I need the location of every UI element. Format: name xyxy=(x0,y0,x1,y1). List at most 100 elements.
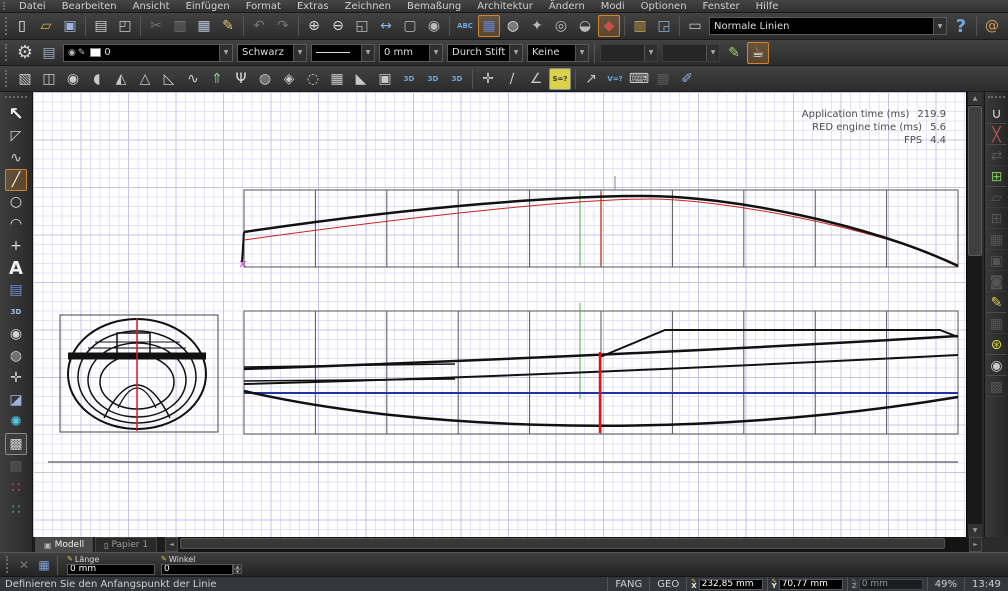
tab-papier-1[interactable]: ▯ Papier 1 xyxy=(95,537,157,552)
snap-toggle[interactable]: FANG xyxy=(607,577,649,591)
3d-hemisphere-icon[interactable]: ◖ xyxy=(86,68,108,90)
pin-icon[interactable]: ✎ xyxy=(67,555,73,564)
measure-distance-icon[interactable]: ∕ xyxy=(501,68,523,90)
3d-bend-icon[interactable]: 3D xyxy=(446,68,468,90)
scene-manager-icon[interactable]: ▥ xyxy=(629,15,651,37)
zoom-out-icon[interactable]: ⊖ xyxy=(327,15,349,37)
3d-rotate-tool-icon[interactable]: 3D xyxy=(5,301,27,323)
3d-pyramid-icon[interactable]: △ xyxy=(134,68,156,90)
measure-volume-icon[interactable]: V=? xyxy=(604,68,626,90)
menu-item-bearbeiten[interactable]: Bearbeiten xyxy=(54,0,125,13)
open-file-icon[interactable]: ▱ xyxy=(35,15,57,37)
menu-item-ansicht[interactable]: Ansicht xyxy=(125,0,178,13)
chevron-down-icon[interactable]: ▼ xyxy=(575,45,588,61)
copy-entities-tool-icon[interactable]: ⊞ xyxy=(986,166,1007,187)
modify-tool-icon[interactable]: ✺ xyxy=(5,411,27,433)
horizontal-scroll-thumb[interactable] xyxy=(180,538,945,549)
3d-stack-icon[interactable]: ▣ xyxy=(374,68,396,90)
3d-wedge-icon[interactable]: ◺ xyxy=(158,68,180,90)
menu-item-extras[interactable]: Extras xyxy=(289,0,337,13)
pin-icon[interactable]: ✎ xyxy=(161,555,167,564)
help-pointer-icon[interactable]: ? xyxy=(950,15,972,37)
zoom-full-icon[interactable]: ◉ xyxy=(423,15,445,37)
toolbar-grip[interactable] xyxy=(5,70,10,88)
toolbar-grip[interactable] xyxy=(5,44,10,62)
3d-shear-icon[interactable]: ◣ xyxy=(350,68,372,90)
annotate-pen-tool-icon[interactable]: ✎ xyxy=(986,292,1007,313)
3d-cone-icon[interactable]: ◭ xyxy=(110,68,132,90)
calculator-icon[interactable]: ▦ xyxy=(34,555,54,575)
3d-bolt-icon[interactable]: ◈ xyxy=(278,68,300,90)
finish-surface-icon[interactable]: ✐ xyxy=(676,68,698,90)
cylinder-tool-icon[interactable]: ◍ xyxy=(5,345,27,367)
x-coordinate-input[interactable] xyxy=(699,579,763,590)
trim-tool-icon[interactable]: ╳ xyxy=(986,124,1007,145)
menu-item-optionen[interactable]: Optionen xyxy=(633,0,695,13)
blocks-tool-icon[interactable]: ▩ xyxy=(5,433,27,455)
drag-mode-icon[interactable]: ▭ xyxy=(684,15,706,37)
snap-grid-a-icon[interactable]: ∷ xyxy=(5,477,27,499)
chevron-down-icon[interactable]: ▼ xyxy=(361,45,374,61)
arc-tool-icon[interactable]: ◠ xyxy=(5,213,27,235)
drawing-canvas[interactable]: Application time (ms)219.9 RED engine ti… xyxy=(33,92,966,537)
pen-color-combo[interactable]: Schwarz ▼ xyxy=(237,44,307,62)
menu-item-einf-gen[interactable]: Einfügen xyxy=(178,0,238,13)
menu-item-fenster[interactable]: Fenster xyxy=(695,0,748,13)
render-scene-icon[interactable]: ◆ xyxy=(598,15,620,37)
toolbar-grip[interactable] xyxy=(988,96,1004,101)
3d-sweep-icon[interactable]: ◍ xyxy=(254,68,276,90)
environment-icon[interactable]: ◲ xyxy=(653,15,675,37)
menu-grip[interactable] xyxy=(3,2,8,10)
winkel-spinner[interactable]: ▲▼ xyxy=(233,564,242,574)
3d-sphere-icon[interactable]: ◉ xyxy=(62,68,84,90)
pan-tool-icon[interactable]: ✛ xyxy=(5,367,27,389)
scroll-up-button[interactable]: ▲ xyxy=(968,92,982,105)
horizontal-scrollbar[interactable] xyxy=(178,537,969,552)
address-book-icon[interactable]: @ xyxy=(981,15,1003,37)
winkel-input[interactable] xyxy=(161,564,233,575)
geo-toggle[interactable]: GEO xyxy=(649,577,686,591)
zoom-page-icon[interactable]: ▢ xyxy=(399,15,421,37)
settings-gear-icon[interactable]: ⚙ xyxy=(14,42,36,64)
print-icon[interactable]: ▤ xyxy=(90,15,112,37)
3d-revolve-icon[interactable]: Ψ xyxy=(230,68,252,90)
menu-item-architektur[interactable]: Architektur xyxy=(469,0,541,13)
materials-pitcher-icon[interactable]: ◍ xyxy=(502,15,524,37)
toolbar-grip[interactable] xyxy=(5,17,7,35)
zoom-window-icon[interactable]: ◱ xyxy=(351,15,373,37)
chevron-down-icon[interactable]: ▼ xyxy=(429,45,442,61)
layer-combo[interactable]: ◉ ✎ 0 ▼ xyxy=(63,44,233,62)
chevron-down-icon[interactable]: ▼ xyxy=(219,45,232,61)
hscroll-left-button[interactable]: ◄ xyxy=(165,537,178,552)
inspector-grip[interactable] xyxy=(6,556,11,572)
sketch-tool-icon[interactable]: ∿ xyxy=(5,147,27,169)
chevron-down-icon[interactable]: ▼ xyxy=(293,45,306,61)
convert-to-3d-icon[interactable]: 3D xyxy=(398,68,420,90)
3d-mesh-convert-icon[interactable]: 3D xyxy=(422,68,444,90)
new-file-icon[interactable]: ▯ xyxy=(11,15,33,37)
menu-item-datei[interactable]: Datei xyxy=(11,0,54,13)
y-coordinate-input[interactable] xyxy=(779,579,843,590)
laenge-input[interactable] xyxy=(67,564,155,575)
measure-3d-icon[interactable]: ↗ xyxy=(580,68,602,90)
point-tool-icon[interactable]: + xyxy=(5,235,27,257)
print-preview-icon[interactable]: ◰ xyxy=(114,15,136,37)
text-tool-icon[interactable]: A xyxy=(5,257,27,279)
select-tool-icon[interactable]: ↖ xyxy=(5,103,27,125)
measure-area-icon[interactable]: S=? xyxy=(549,68,571,90)
profile-tool-icon[interactable]: ∪ xyxy=(986,103,1007,124)
3d-box-icon[interactable]: ▧ xyxy=(14,68,36,90)
image-tool-icon[interactable]: ▤ xyxy=(5,279,27,301)
format-painter-icon[interactable]: ✎ xyxy=(217,15,239,37)
zoom-in-icon[interactable]: ⊕ xyxy=(303,15,325,37)
navigate-tool-icon[interactable]: ⊛ xyxy=(986,334,1007,355)
line-width-combo[interactable]: 0 mm ▼ xyxy=(379,44,443,62)
hatch-combo[interactable]: Keine ▼ xyxy=(527,44,589,62)
menu-item-modi[interactable]: Modi xyxy=(593,0,633,13)
luminances-icon[interactable]: ◒ xyxy=(574,15,596,37)
menu-item-format[interactable]: Format xyxy=(238,0,289,13)
zoom-level[interactable]: 49% xyxy=(927,577,964,591)
chevron-down-icon[interactable]: ▼ xyxy=(509,45,522,61)
edit-properties-pen-icon[interactable]: ✎ xyxy=(723,42,745,64)
snap-grid-b-icon[interactable]: ∷ xyxy=(5,499,27,521)
